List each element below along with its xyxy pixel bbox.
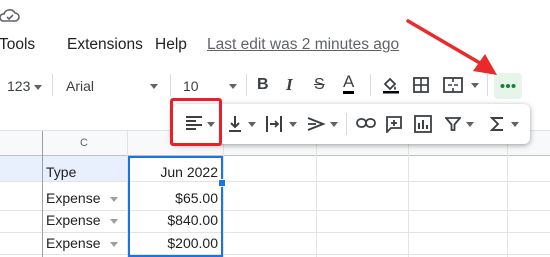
grid-line [0,210,550,211]
font-family-label: Arial [66,78,95,94]
chevron-down-icon[interactable] [330,122,338,127]
chevron-down-icon[interactable] [289,122,297,127]
text-color-button[interactable]: A [343,73,355,94]
insert-chart-icon[interactable] [414,115,432,133]
chevron-down-icon[interactable] [110,197,118,202]
chevron-down-icon[interactable] [471,83,479,88]
highlight-box [170,98,222,146]
text-wrap-icon[interactable] [265,115,283,133]
menu-extensions[interactable]: Extensions [67,36,143,54]
toolbar-divider [370,74,371,96]
insert-link-icon[interactable] [356,117,376,129]
cell-type-header[interactable]: Type [46,164,76,180]
cell-type[interactable]: Expense [46,235,100,251]
grid-line [0,254,550,255]
paint-format-icon[interactable] [382,76,400,94]
functions-icon[interactable] [490,116,504,132]
fill-handle[interactable] [218,179,226,187]
chevron-down-icon[interactable] [511,122,519,127]
menu-tools[interactable]: Tools [0,36,35,54]
grid-line [0,181,550,182]
bold-button[interactable]: B [257,76,269,94]
insert-comment-icon[interactable] [385,115,403,133]
grid-line [316,131,317,257]
overflow-toolbar-popup [172,104,530,144]
toolbar-divider [246,74,247,96]
grid-line [0,232,550,233]
toolbar-divider [170,74,171,96]
chevron-down-icon [34,84,43,90]
chevron-down-icon[interactable] [110,242,118,247]
filter-icon[interactable] [445,116,461,132]
font-size-select[interactable]: 10 [183,78,239,94]
grid-line [408,131,409,257]
font-family-select[interactable]: Arial [66,78,158,94]
last-edit-link[interactable]: Last edit was 2 minutes ago [207,36,399,54]
cloud-icon[interactable] [0,8,20,24]
text-rotation-icon[interactable] [306,115,326,133]
annotation-arrow [406,19,497,75]
cell-type[interactable]: Expense [46,190,100,206]
grid-line [42,131,43,257]
vertical-align-icon[interactable] [228,115,242,133]
number-format-label: 123 [7,78,31,94]
italic-button[interactable]: I [286,75,293,95]
chevron-down-icon [229,84,237,89]
strikethrough-button[interactable]: S [314,76,325,94]
grid-line [223,131,224,257]
chevron-down-icon [150,84,158,89]
toolbar-divider [346,113,347,135]
column-header-c[interactable]: C [80,137,88,149]
menu-help[interactable]: Help [155,36,187,54]
number-format-button[interactable]: 123 [7,78,43,94]
grid-line [0,155,550,156]
grid-line [507,131,508,257]
chevron-down-icon[interactable] [110,219,118,224]
font-size-label: 10 [183,78,199,94]
chevron-down-icon[interactable] [466,122,474,127]
cell-type[interactable]: Expense [46,212,100,228]
chevron-down-icon[interactable] [248,122,256,127]
toolbar-divider [52,74,53,96]
selection-border [128,156,223,257]
